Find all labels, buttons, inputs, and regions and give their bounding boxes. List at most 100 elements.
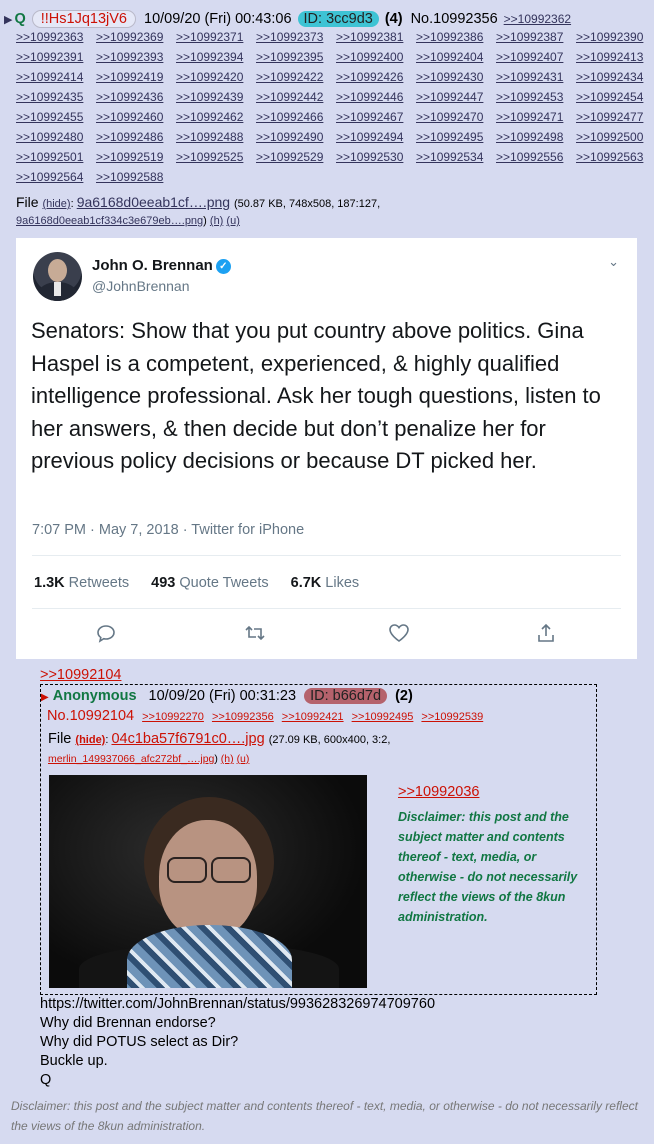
inner-reference-link[interactable]: >>10992036 xyxy=(398,784,479,800)
post-datetime: 10/09/20 (Fri) 00:43:06 xyxy=(144,11,292,27)
quoted-file-original-link[interactable]: merlin_149937066_afc272bf_….jpg xyxy=(48,753,214,765)
backlink[interactable]: >>10992453 xyxy=(496,90,563,104)
tweet-screenshot-image[interactable]: John O. Brennan ✓ @JohnBrennan ⌄ Senators… xyxy=(16,238,637,659)
backlink[interactable]: >>10992462 xyxy=(176,110,243,124)
backlink[interactable]: >>10992588 xyxy=(96,170,163,184)
hide-link[interactable]: (hide) xyxy=(42,198,70,210)
backlink[interactable]: >>10992413 xyxy=(576,50,643,64)
backlink[interactable]: >>10992519 xyxy=(96,150,163,164)
backlink[interactable]: >>10992534 xyxy=(416,150,483,164)
backlink[interactable]: >>10992530 xyxy=(336,150,403,164)
backlink[interactable]: >>10992498 xyxy=(496,130,563,144)
quoted-backlink[interactable]: >>10992356 xyxy=(212,711,274,723)
haspel-photo-image[interactable] xyxy=(49,775,367,988)
backlink[interactable]: >>10992529 xyxy=(256,150,323,164)
poster-id-badge[interactable]: ID: 3cc9d3 xyxy=(297,11,379,27)
backlink[interactable]: >>10992470 xyxy=(416,110,483,124)
quoted-poster-id-badge[interactable]: ID: b66d7d xyxy=(304,688,388,704)
u-link[interactable]: (u) xyxy=(237,753,250,765)
backlink[interactable]: >>10992490 xyxy=(256,130,323,144)
file-original-name: 9a6168d0eeab1cf334c3e679eb….png) (h) (u) xyxy=(16,215,240,227)
backlink[interactable]: >>10992556 xyxy=(496,150,563,164)
tweet-author-name-text: John O. Brennan xyxy=(92,257,213,274)
backlink[interactable]: >>10992477 xyxy=(576,110,643,124)
backlink[interactable]: >>10992494 xyxy=(336,130,403,144)
u-link[interactable]: (u) xyxy=(226,215,239,227)
backlink[interactable]: >>10992419 xyxy=(96,70,163,84)
backlink[interactable]: >>10992420 xyxy=(176,70,243,84)
backlink[interactable]: >>10992395 xyxy=(256,50,323,64)
backlink[interactable]: >>10992495 xyxy=(416,130,483,144)
backlink[interactable]: >>10992439 xyxy=(176,90,243,104)
tripcode: !!Hs1Jq13jV6 xyxy=(31,10,136,28)
tweet-stats: 1.3K Retweets 493 Quote Tweets 6.7K Like… xyxy=(34,575,377,591)
h-link[interactable]: (h) xyxy=(210,215,223,227)
post-number[interactable]: No.10992356 xyxy=(411,11,498,27)
backlink[interactable]: >>10992363 xyxy=(16,30,83,44)
file-link[interactable]: 9a6168d0eeab1cf….png xyxy=(77,194,230,210)
backlink[interactable]: >>10992447 xyxy=(416,90,483,104)
quoted-poster-name: Anonymous xyxy=(52,688,137,704)
backlink[interactable]: >>10992426 xyxy=(336,70,403,84)
backlink[interactable]: >>10992369 xyxy=(96,30,163,44)
file-original-link[interactable]: 9a6168d0eeab1cf334c3e679eb….png xyxy=(16,215,203,227)
backlink[interactable]: >>10992414 xyxy=(16,70,83,84)
backlink[interactable]: >>10992394 xyxy=(176,50,243,64)
backlink[interactable]: >>10992471 xyxy=(496,110,563,124)
quotes-label: Quote Tweets xyxy=(179,575,269,591)
quote-reference-link[interactable]: >>10992104 xyxy=(40,667,121,683)
post-body: https://twitter.com/JohnBrennan/status/9… xyxy=(40,996,436,1088)
quoted-backlink[interactable]: >>10992270 xyxy=(142,711,204,723)
backlink[interactable]: >>10992454 xyxy=(576,90,643,104)
backlink[interactable]: >>10992407 xyxy=(496,50,563,64)
h-link[interactable]: (h) xyxy=(221,753,234,765)
backlink[interactable]: >>10992431 xyxy=(496,70,563,84)
quoted-file-link[interactable]: 04c1ba57f6791c0….jpg xyxy=(111,731,264,747)
backlink[interactable]: >>10992455 xyxy=(16,110,83,124)
quoted-file-info: File (hide): 04c1ba57f6791c0….jpg (27.09… xyxy=(48,731,391,747)
backlink[interactable]: >>10992422 xyxy=(256,70,323,84)
divider xyxy=(32,608,621,609)
divider xyxy=(32,555,621,556)
quoted-post-number[interactable]: No.10992104 xyxy=(47,708,134,724)
backlink[interactable]: >>10992371 xyxy=(176,30,243,44)
file-label: File xyxy=(16,194,39,210)
quotes-count: 493 xyxy=(151,575,176,591)
collapse-triangle-icon[interactable]: ▶ xyxy=(41,692,49,703)
backlink[interactable]: >>10992386 xyxy=(416,30,483,44)
backlink[interactable]: >>10992486 xyxy=(96,130,163,144)
backlink[interactable]: >>10992442 xyxy=(256,90,323,104)
backlink[interactable]: >>10992563 xyxy=(576,150,643,164)
quoted-backlink[interactable]: >>10992421 xyxy=(282,711,344,723)
collapse-triangle-icon[interactable]: ▶ xyxy=(4,13,12,26)
backlink[interactable]: >>10992467 xyxy=(336,110,403,124)
backlink[interactable]: >>10992501 xyxy=(16,150,83,164)
backlink[interactable]: >>10992391 xyxy=(16,50,83,64)
backlink[interactable]: >>10992436 xyxy=(96,90,163,104)
backlink[interactable]: >>10992460 xyxy=(96,110,163,124)
backlink[interactable]: >>10992434 xyxy=(576,70,643,84)
file-meta-close: ) xyxy=(214,753,218,765)
backlink[interactable]: >>10992387 xyxy=(496,30,563,44)
backlink[interactable]: >>10992362 xyxy=(504,12,571,26)
backlink[interactable]: >>10992393 xyxy=(96,50,163,64)
retweets-label: Retweets xyxy=(68,575,130,591)
post-container: ▶ Q !!Hs1Jq13jV6 10/09/20 (Fri) 00:43:06… xyxy=(0,0,654,1144)
backlink[interactable]: >>10992446 xyxy=(336,90,403,104)
backlink[interactable]: >>10992404 xyxy=(416,50,483,64)
backlink[interactable]: >>10992381 xyxy=(336,30,403,44)
hide-link[interactable]: (hide) xyxy=(75,734,105,746)
backlink[interactable]: >>10992500 xyxy=(576,130,643,144)
backlink[interactable]: >>10992390 xyxy=(576,30,643,44)
backlink[interactable]: >>10992564 xyxy=(16,170,83,184)
quoted-backlink[interactable]: >>10992539 xyxy=(421,711,483,723)
backlink[interactable]: >>10992400 xyxy=(336,50,403,64)
backlink[interactable]: >>10992488 xyxy=(176,130,243,144)
backlink[interactable]: >>10992430 xyxy=(416,70,483,84)
backlink[interactable]: >>10992466 xyxy=(256,110,323,124)
backlink[interactable]: >>10992480 xyxy=(16,130,83,144)
backlink[interactable]: >>10992525 xyxy=(176,150,243,164)
quoted-backlink[interactable]: >>10992495 xyxy=(352,711,414,723)
backlink[interactable]: >>10992435 xyxy=(16,90,83,104)
backlink[interactable]: >>10992373 xyxy=(256,30,323,44)
